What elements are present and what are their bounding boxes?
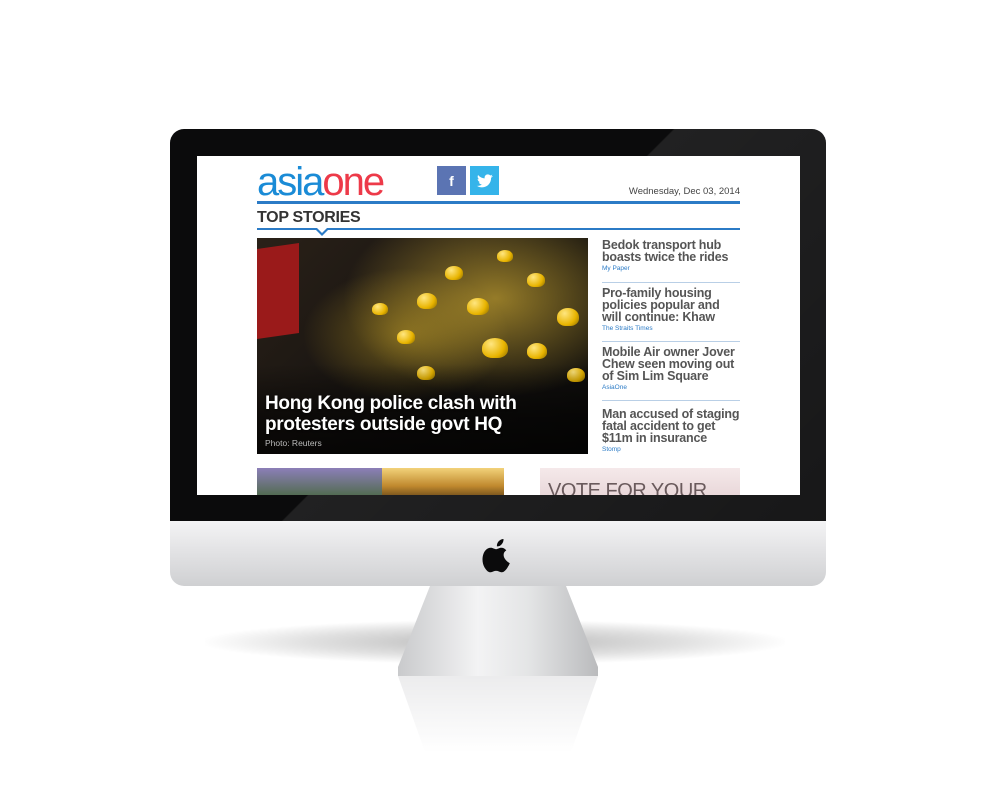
story-headline[interactable]: Bedok transport hub boasts twice the rid…	[602, 239, 742, 264]
logo-part-one: one	[322, 160, 385, 204]
twitter-button[interactable]	[470, 166, 499, 195]
photo-credit: Photo: Reuters	[265, 438, 322, 448]
twitter-icon	[476, 173, 493, 187]
ad-text: VOTE FOR YOUR	[548, 480, 707, 495]
story-thumbnail[interactable]	[257, 468, 382, 495]
section-rule-notch	[315, 228, 329, 236]
story-source: Stomp	[602, 446, 621, 453]
story-item[interactable]: Man accused of staging fatal accident to…	[602, 408, 742, 453]
helmet	[372, 303, 388, 315]
monitor-stand	[398, 586, 598, 676]
browser-screen: asiaone f Wednesday, Dec 03, 2014 TOP ST…	[197, 156, 800, 495]
helmet	[417, 293, 437, 309]
stand-reflection	[398, 676, 598, 766]
story-thumbnail[interactable]	[382, 468, 504, 495]
helmet	[527, 343, 547, 359]
helmet	[397, 330, 415, 344]
current-date: Wednesday, Dec 03, 2014	[628, 186, 740, 197]
story-headline[interactable]: Mobile Air owner Jover Chew seen moving …	[602, 346, 742, 383]
facebook-icon: f	[449, 172, 454, 189]
helmet	[482, 338, 508, 358]
vote-advertisement[interactable]: VOTE FOR YOUR	[540, 468, 740, 495]
story-source: The Straits Times	[602, 325, 653, 332]
story-divider	[602, 400, 740, 401]
section-title: TOP STORIES	[257, 209, 361, 226]
helmet	[445, 266, 463, 280]
helmet	[557, 308, 579, 326]
facebook-button[interactable]: f	[437, 166, 466, 195]
protest-banner	[257, 243, 299, 339]
story-source: My Paper	[602, 265, 630, 272]
site-logo[interactable]: asiaone	[257, 160, 385, 204]
main-story-photo[interactable]: Hong Kong police clash with protesters o…	[257, 238, 588, 454]
helmet	[497, 250, 513, 262]
story-divider	[602, 341, 740, 342]
logo-part-asia: asia	[257, 160, 324, 204]
section-rule	[257, 228, 740, 230]
helmet	[527, 273, 545, 287]
header-rule	[257, 201, 740, 204]
apple-logo-icon	[482, 539, 510, 573]
story-headline[interactable]: Pro-family housing policies popular and …	[602, 287, 742, 324]
story-divider	[602, 282, 740, 283]
helmet	[467, 298, 489, 315]
story-item[interactable]: Pro-family housing policies popular and …	[602, 287, 742, 332]
story-item[interactable]: Mobile Air owner Jover Chew seen moving …	[602, 346, 742, 391]
story-headline[interactable]: Man accused of staging fatal accident to…	[602, 408, 742, 445]
story-source: AsiaOne	[602, 384, 627, 391]
story-item[interactable]: Bedok transport hub boasts twice the rid…	[602, 239, 742, 272]
main-story-headline[interactable]: Hong Kong police clash with protesters o…	[265, 393, 585, 435]
